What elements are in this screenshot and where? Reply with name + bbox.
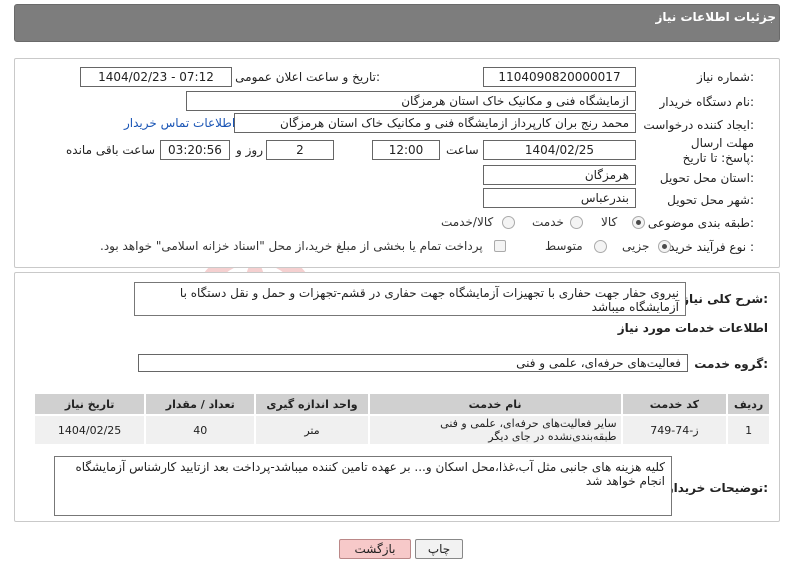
buyer-notes-label: توضیحات خریدار: <box>666 481 768 495</box>
category-radio-service[interactable] <box>570 216 583 229</box>
process-radio-minor[interactable] <box>658 240 671 253</box>
service-group-label: گروه خدمت: <box>694 357 768 371</box>
col-unit-header: واحد اندازه گیری <box>254 392 370 416</box>
table-header-row: ردیف کد خدمت نام خدمت واحد اندازه گیری ت… <box>32 392 771 416</box>
process-option-medium: متوسط <box>545 239 583 253</box>
buyer-org-field[interactable]: ازمایشگاه فنی و مکانیک خاک استان هرمزگان <box>186 91 636 111</box>
city-label: شهر محل تحویل: <box>667 193 754 207</box>
category-radio-goods[interactable] <box>632 216 645 229</box>
col-name-header: نام خدمت <box>367 392 623 416</box>
province-field[interactable]: هرمزگان <box>483 165 636 185</box>
buyer-notes-textarea[interactable]: کلیه هزینه های جانبی مثل آب،غذا،محل اسکا… <box>54 456 672 516</box>
page-title: جزئیات اطلاعات نیاز <box>655 10 776 24</box>
payment-note: پرداخت تمام یا بخشی از مبلغ خرید،از محل … <box>100 239 483 253</box>
city-field[interactable]: بندرعباس <box>483 188 636 208</box>
services-table: ردیف کد خدمت نام خدمت واحد اندازه گیری ت… <box>32 392 771 446</box>
category-option-service: خدمت <box>532 215 564 229</box>
creator-field[interactable]: محمد رنج بران کارپرداز ازمایشگاه فنی و م… <box>234 113 636 133</box>
cell-need-date: 1404/02/25 <box>32 414 147 446</box>
buyer-org-label: نام دستگاه خریدار: <box>659 95 755 109</box>
process-option-minor: جزیی <box>622 239 650 253</box>
category-option-goods: کالا <box>601 215 618 229</box>
category-option-goods-service: کالا/خدمت <box>441 215 494 229</box>
col-qty-header: تعداد / مقدار <box>144 392 257 416</box>
days-label: روز و <box>236 143 263 157</box>
deadline-label: مهلت ارسال پاسخ: تا تاریخ: <box>682 136 754 165</box>
description-textarea[interactable]: نیروی حفار جهت حفاری با تجهیزات آزمایشگا… <box>134 282 686 316</box>
remaining-time-field[interactable]: 03:20:56 <box>160 140 230 160</box>
print-button[interactable]: چاپ <box>415 539 463 559</box>
col-row-header: ردیف <box>726 392 771 416</box>
description-label: شرح کلی نیاز: <box>682 292 768 306</box>
cell-unit: متر <box>254 414 370 446</box>
payment-checkbox[interactable] <box>494 240 506 252</box>
cell-service-code: ز-74-749 <box>620 414 729 446</box>
back-button[interactable]: بازگشت <box>339 539 411 559</box>
process-label: نوع فرآیند خرید : <box>669 240 754 254</box>
announce-field[interactable]: 1404/02/23 - 07:12 <box>80 67 232 87</box>
category-radio-goods-service[interactable] <box>502 216 515 229</box>
service-group-field[interactable]: فعالیت‌های حرفه‌ای، علمی و فنی <box>138 354 688 372</box>
table-row: 1 ز-74-749 سایر فعالیت‌های حرفه‌ای، علمی… <box>32 414 771 446</box>
need-number-field[interactable]: 1104090820000017 <box>483 67 636 87</box>
announce-label: تاریخ و ساعت اعلان عمومی: <box>235 70 380 84</box>
process-radio-medium[interactable] <box>594 240 607 253</box>
province-label: استان محل تحویل: <box>659 171 754 185</box>
contact-buyer-link[interactable]: اطلاعات تماس خریدار <box>124 116 235 130</box>
cell-service-name: سایر فعالیت‌های حرفه‌ای، علمی و فنی طبقه… <box>367 414 623 446</box>
creator-label: ایجاد کننده درخواست: <box>643 118 754 132</box>
category-label: طبقه بندی موضوعی: <box>647 216 754 230</box>
deadline-time-field[interactable]: 12:00 <box>372 140 440 160</box>
services-section-title: اطلاعات خدمات مورد نیاز <box>617 321 768 335</box>
col-date-header: تاریخ نیاز <box>32 392 147 416</box>
deadline-date-field[interactable]: 1404/02/25 <box>483 140 636 160</box>
cell-row-index: 1 <box>726 414 771 446</box>
need-number-label: شماره نیاز: <box>696 70 754 84</box>
col-code-header: کد خدمت <box>620 392 729 416</box>
cell-quantity: 40 <box>144 414 257 446</box>
remaining-label: ساعت باقی مانده <box>66 143 156 157</box>
days-field[interactable]: 2 <box>266 140 334 160</box>
time-label: ساعت <box>446 143 479 157</box>
